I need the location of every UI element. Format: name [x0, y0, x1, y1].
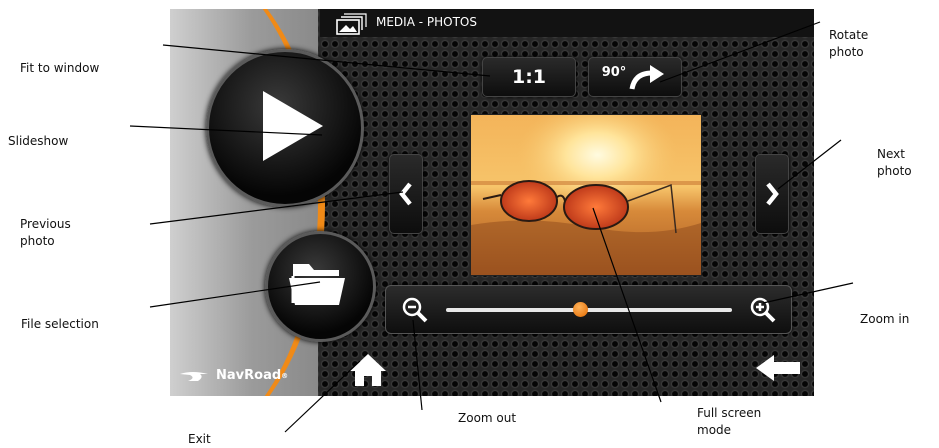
callout-lines: [129, 21, 854, 433]
